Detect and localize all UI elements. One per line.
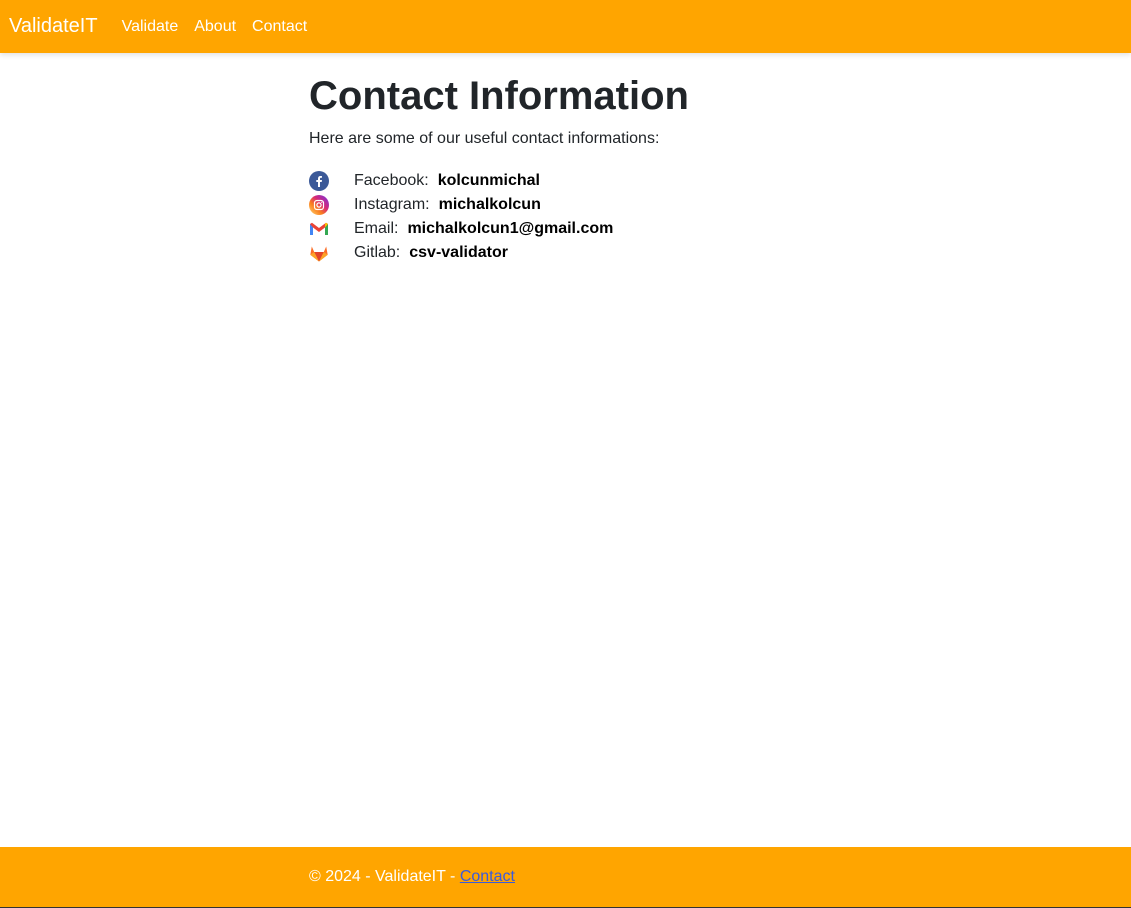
- gmail-icon: [310, 222, 328, 235]
- contact-row-facebook: Facebook: kolcunmichal: [309, 169, 829, 193]
- contact-row-gitlab: Gitlab: csv-validator: [309, 241, 829, 265]
- contact-label: Instagram:: [354, 196, 430, 213]
- gitlab-icon: [310, 246, 328, 262]
- contact-value: csv-validator: [409, 244, 508, 261]
- contact-row-email: Email: michalkolcun1@gmail.com: [309, 217, 829, 241]
- contact-row-instagram: Instagram: michalkolcun: [309, 193, 829, 217]
- contact-value: michalkolcun1@gmail.com: [407, 220, 614, 237]
- instagram-icon: [309, 195, 329, 215]
- footer: © 2024 - ValidateIT - Contact: [0, 847, 1131, 908]
- nav-link-contact[interactable]: Contact: [252, 18, 307, 36]
- page-title: Contact Information: [309, 74, 689, 118]
- footer-text: © 2024 - ValidateIT - Contact: [309, 868, 515, 886]
- contact-value: kolcunmichal: [437, 172, 540, 189]
- nav-link-validate[interactable]: Validate: [122, 18, 179, 36]
- facebook-icon: [309, 171, 329, 191]
- footer-contact-link[interactable]: Contact: [460, 868, 515, 885]
- footer-copyright: © 2024 - ValidateIT -: [309, 868, 460, 885]
- contact-label: Facebook:: [354, 172, 429, 189]
- contact-label: Email:: [354, 220, 399, 237]
- contact-list: Facebook: kolcunmichal Instagram: michal…: [309, 169, 829, 265]
- intro-text: Here are some of our useful contact info…: [309, 130, 660, 147]
- brand-link[interactable]: ValidateIT: [9, 15, 98, 38]
- top-navbar: ValidateIT Validate About Contact: [0, 0, 1131, 53]
- contact-label: Gitlab:: [354, 244, 401, 261]
- nav-link-about[interactable]: About: [194, 18, 236, 36]
- contact-value: michalkolcun: [438, 196, 541, 213]
- main-content: Contact Information Here are some of our…: [309, 72, 829, 265]
